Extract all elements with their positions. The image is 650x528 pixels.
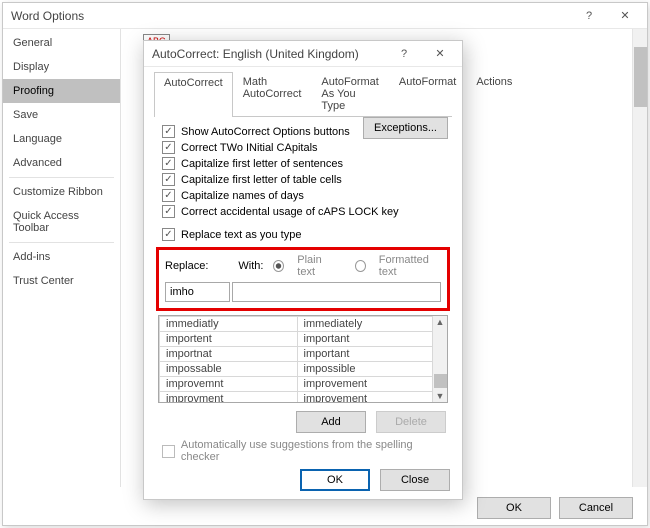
sidebar-item-addins[interactable]: Add-ins <box>3 245 120 269</box>
add-button[interactable]: Add <box>296 411 366 433</box>
opt-label: Correct accidental usage of cAPS LOCK ke… <box>181 206 399 218</box>
tab-math[interactable]: Math AutoCorrect <box>233 71 312 116</box>
checkbox-autosug[interactable] <box>162 445 175 458</box>
autocorrect-dialog: AutoCorrect: English (United Kingdom) ? … <box>143 40 463 500</box>
checkbox-cap-table[interactable] <box>162 173 175 186</box>
opt-label: Replace text as you type <box>181 229 301 241</box>
sidebar-item-advanced[interactable]: Advanced <box>3 151 120 175</box>
autocorrect-titlebar[interactable]: AutoCorrect: English (United Kingdom) ? … <box>144 41 462 67</box>
delete-button[interactable]: Delete <box>376 411 446 433</box>
sidebar-item-language[interactable]: Language <box>3 127 120 151</box>
word-options-titlebar[interactable]: Word Options ? ✕ <box>3 3 647 29</box>
ok-button[interactable]: OK <box>477 497 551 519</box>
ok-button[interactable]: OK <box>300 469 370 491</box>
tab-actions[interactable]: Actions <box>466 71 522 116</box>
list-row: impossableimpossible <box>160 362 447 377</box>
radio-plain[interactable] <box>273 260 284 272</box>
word-options-title: Word Options <box>11 9 571 23</box>
sidebar-item-customize-ribbon[interactable]: Customize Ribbon <box>3 180 120 204</box>
list-row: importnatimportant <box>160 347 447 362</box>
checkbox-cap-days[interactable] <box>162 189 175 202</box>
chevron-down-icon[interactable]: ▼ <box>435 390 446 402</box>
radio-formatted[interactable] <box>355 260 366 272</box>
options-sidebar: General Display Proofing Save Language A… <box>3 29 121 487</box>
replace-with-fields: Replace: With: Plain text Formatted text <box>156 247 450 311</box>
checkbox-two-initial[interactable] <box>162 141 175 154</box>
replace-input[interactable] <box>165 282 230 302</box>
tab-autocorrect[interactable]: AutoCorrect <box>154 72 233 117</box>
checkbox-cap-sent[interactable] <box>162 157 175 170</box>
close-icon[interactable]: ✕ <box>422 42 458 66</box>
label-with: With: <box>238 260 263 272</box>
list-row: improvemntimprovement <box>160 377 447 392</box>
replace-list[interactable]: immediatlyimmediately importentimportant… <box>158 315 448 403</box>
main-scrollbar[interactable] <box>632 29 647 487</box>
list-row: immediatlyimmediately <box>160 317 447 332</box>
sidebar-item-proofing[interactable]: Proofing <box>3 79 120 103</box>
close-icon[interactable]: ✕ <box>607 4 643 28</box>
sidebar-item-trust-center[interactable]: Trust Center <box>3 269 120 293</box>
checkbox-replace-type[interactable] <box>162 228 175 241</box>
tab-autoformat[interactable]: AutoFormat <box>389 71 466 116</box>
exceptions-button[interactable]: Exceptions... <box>363 117 448 139</box>
close-button[interactable]: Close <box>380 469 450 491</box>
label-plain: Plain text <box>297 254 337 278</box>
chevron-up-icon[interactable]: ▲ <box>435 316 446 328</box>
list-scrollbar[interactable]: ▲ ▼ <box>432 316 447 402</box>
checkbox-capslock[interactable] <box>162 205 175 218</box>
opt-label: Show AutoCorrect Options buttons <box>181 126 350 138</box>
opt-label: Capitalize first letter of sentences <box>181 158 343 170</box>
opt-label: Capitalize first letter of table cells <box>181 174 342 186</box>
help-icon[interactable]: ? <box>571 4 607 28</box>
sidebar-item-display[interactable]: Display <box>3 55 120 79</box>
label-replace: Replace: <box>165 260 208 272</box>
label-formatted: Formatted text <box>379 254 441 278</box>
opt-label: Capitalize names of days <box>181 190 304 202</box>
sidebar-item-save[interactable]: Save <box>3 103 120 127</box>
cancel-button[interactable]: Cancel <box>559 497 633 519</box>
word-options-footer: OK Cancel <box>477 497 633 519</box>
tab-afayt[interactable]: AutoFormat As You Type <box>311 71 388 116</box>
list-row: importentimportant <box>160 332 447 347</box>
opt-label: Correct TWo INitial CApitals <box>181 142 318 154</box>
checkbox-show-buttons[interactable] <box>162 125 175 138</box>
autocorrect-title: AutoCorrect: English (United Kingdom) <box>152 47 386 61</box>
sidebar-item-qat[interactable]: Quick Access Toolbar <box>3 204 120 240</box>
sidebar-item-general[interactable]: General <box>3 31 120 55</box>
list-row: improvmentimprovement <box>160 392 447 404</box>
label-autosug: Automatically use suggestions from the s… <box>181 439 452 463</box>
help-icon[interactable]: ? <box>386 42 422 66</box>
autocorrect-tabs: AutoCorrect Math AutoCorrect AutoFormat … <box>154 71 452 117</box>
with-input[interactable] <box>232 282 441 302</box>
